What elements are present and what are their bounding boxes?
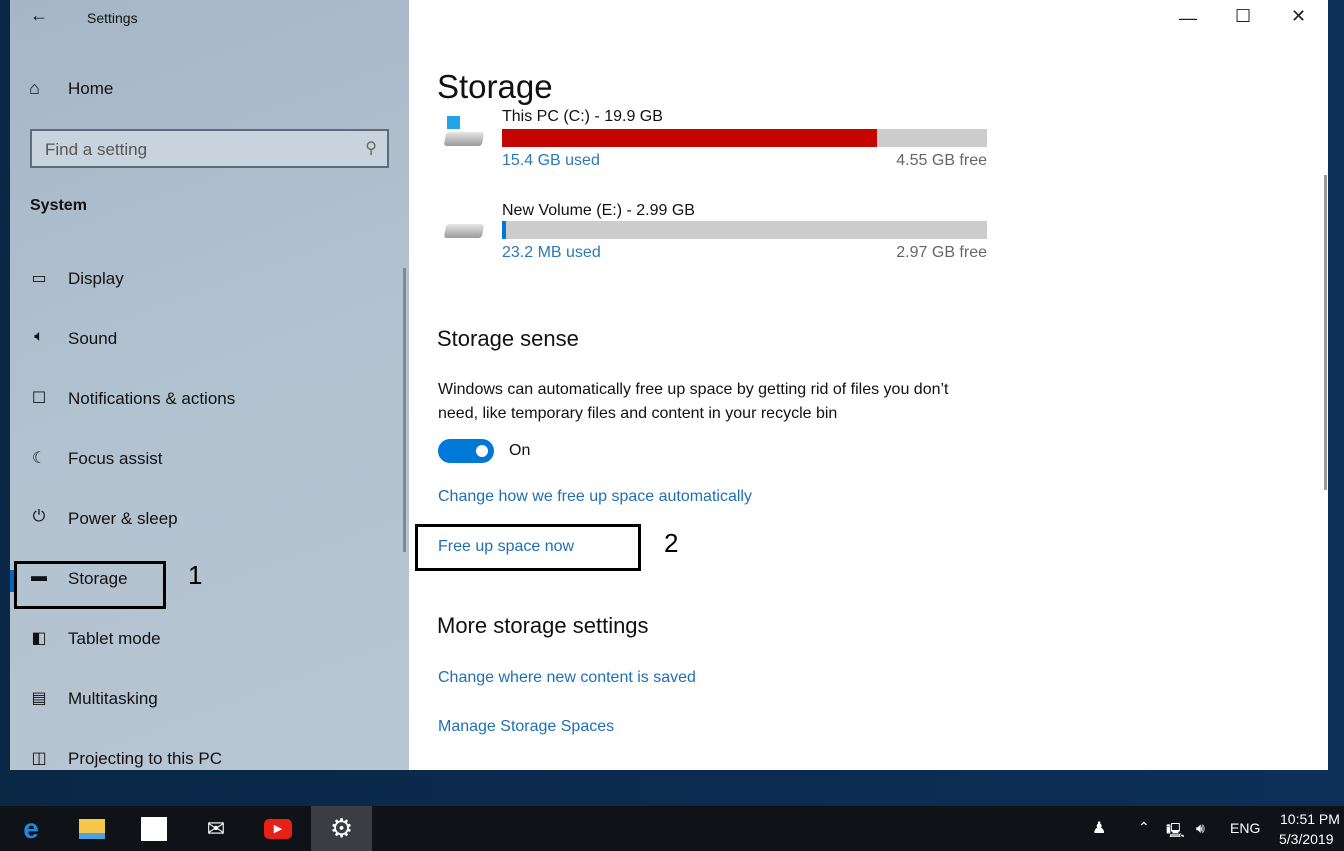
annotation-label-2: 2 [664, 528, 679, 558]
search-icon[interactable]: ⚲ [365, 138, 377, 158]
more-storage-heading: More storage settings [437, 613, 649, 638]
drive-free: 4.55 GB free [896, 152, 987, 169]
power-icon: ⏻︎ [32, 508, 46, 525]
multitasking-icon: ▤ [31, 690, 47, 707]
edge-icon[interactable]: e [6, 806, 56, 851]
file-explorer-icon[interactable] [67, 806, 117, 851]
content-scrollbar[interactable] [1324, 175, 1327, 490]
sidebar-item-label: Sound [68, 329, 118, 348]
sidebar-item-label: Multitasking [68, 689, 158, 708]
manage-storage-spaces-link[interactable]: Manage Storage Spaces [438, 718, 614, 736]
toggle-state: On [509, 442, 531, 459]
search-placeholder: Find a setting [45, 140, 148, 159]
notification-icon: ☐ [31, 390, 47, 407]
drive-icon [443, 224, 485, 238]
windows-drive-icon [443, 132, 485, 146]
minimize-button[interactable]: — [1179, 8, 1197, 29]
close-button[interactable]: ✕ [1291, 6, 1306, 27]
sidebar-item-power[interactable]: ⏻︎ Power & sleep [10, 500, 409, 540]
sidebar-item-label: Focus assist [68, 449, 163, 468]
drive-usage-bar [502, 221, 987, 239]
sidebar-home[interactable]: Home [68, 79, 113, 99]
sidebar-item-label: Tablet mode [68, 629, 161, 648]
window-title: Settings [87, 10, 138, 26]
home-icon: ⌂ [29, 78, 40, 98]
content-pane: — ☐ ✕ Storage This PC (C:) - 19.9 GB 15.… [409, 0, 1328, 770]
annotation-label-1: 1 [188, 560, 203, 590]
drive-usage-fill [502, 129, 878, 147]
sidebar-item-notifications[interactable]: ☐ Notifications & actions [10, 380, 409, 420]
sidebar-item-sound[interactable]: 🔈︎ Sound [10, 320, 409, 360]
tablet-icon: ◧ [31, 630, 47, 647]
settings-window: ← Settings ⌂ Home Find a setting ⚲ System… [10, 0, 1328, 770]
clock-date[interactable]: 5/3/2019 [1279, 831, 1334, 847]
projecting-icon: ◫ [31, 750, 47, 767]
sidebar: ← Settings ⌂ Home Find a setting ⚲ System… [10, 0, 409, 770]
folder-shape [79, 818, 105, 839]
moon-icon: ☾ [31, 450, 47, 467]
sidebar-item-label: Display [68, 269, 124, 288]
maximize-button[interactable]: ☐ [1235, 6, 1251, 27]
sidebar-item-projecting[interactable]: ◫ Projecting to this PC [10, 740, 409, 780]
settings-icon[interactable]: ⚙ [311, 806, 372, 851]
drive-name: This PC (C:) - 19.9 GB [502, 108, 663, 125]
youtube-icon[interactable]: ▶ [253, 806, 303, 851]
drive-used: 15.4 GB used [502, 152, 600, 169]
change-free-up-link[interactable]: Change how we free up space automaticall… [438, 488, 752, 506]
volume-icon[interactable]: 🔊︎ [1196, 820, 1205, 837]
clock-time[interactable]: 10:51 PM [1280, 811, 1340, 827]
sidebar-item-tablet-mode[interactable]: ◧ Tablet mode [10, 620, 409, 660]
drive-e[interactable]: New Volume (E:) - 2.99 GB 23.2 MB used 2… [437, 200, 997, 280]
drive-used: 23.2 MB used [502, 244, 601, 261]
section-heading: System [30, 197, 87, 214]
annotation-box-1 [14, 561, 166, 609]
mail-icon[interactable]: ✉ [191, 806, 241, 851]
windows-logo-icon [447, 116, 460, 129]
change-save-location-link[interactable]: Change where new content is saved [438, 669, 696, 687]
drive-free: 2.97 GB free [896, 244, 987, 261]
search-input[interactable]: Find a setting ⚲ [30, 129, 389, 168]
sidebar-item-multitasking[interactable]: ▤ Multitasking [10, 680, 409, 720]
storage-sense-heading: Storage sense [437, 326, 579, 351]
sidebar-item-label: Projecting to this PC [68, 749, 223, 768]
sidebar-item-label: Power & sleep [68, 509, 178, 528]
storage-sense-toggle[interactable] [438, 439, 494, 463]
store-bag [141, 816, 167, 841]
monitor-icon: ▭ [31, 270, 47, 287]
language-indicator[interactable]: ENG [1230, 820, 1260, 836]
drive-usage-fill [502, 221, 506, 239]
annotation-box-2 [415, 524, 641, 571]
sidebar-item-display[interactable]: ▭ Display [10, 260, 409, 300]
network-icon[interactable]: 🖳︎ [1166, 820, 1185, 844]
sidebar-scrollbar[interactable] [403, 268, 406, 552]
people-icon[interactable]: ♟ [1092, 818, 1106, 838]
storage-sense-description: Windows can automatically free up space … [438, 381, 949, 422]
drive-usage-bar [502, 129, 987, 147]
back-arrow-icon[interactable]: ← [30, 5, 48, 26]
sidebar-item-focus-assist[interactable]: ☾ Focus assist [10, 440, 409, 480]
page-title: Storage [437, 68, 553, 105]
youtube-play: ▶ [264, 818, 292, 839]
drive-c[interactable]: This PC (C:) - 19.9 GB 15.4 GB used 4.55… [437, 108, 997, 188]
taskbar: e ✉ ▶ ⚙ ♟ ⌃ 🖳︎ 🔊︎ ENG 10:51 PM 5/3/2019 [0, 806, 1344, 851]
show-hidden-icons-chevron-icon[interactable]: ⌃ [1138, 819, 1150, 836]
speaker-icon: 🔈︎ [34, 328, 44, 345]
toggle-knob [476, 445, 488, 457]
store-icon[interactable] [129, 806, 179, 851]
sidebar-item-label: Notifications & actions [68, 389, 236, 408]
drive-name: New Volume (E:) - 2.99 GB [502, 202, 695, 219]
